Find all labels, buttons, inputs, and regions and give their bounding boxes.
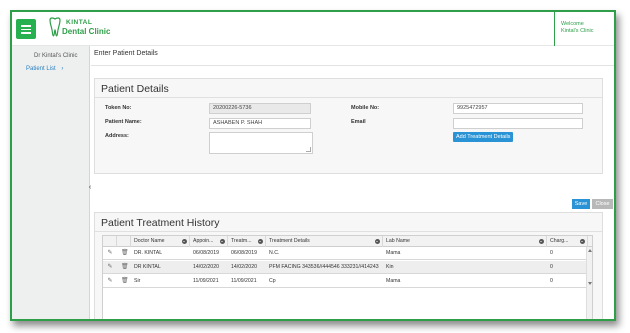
cell-doctor: DR KINTAL: [134, 264, 161, 270]
cell-lab-name: Kin: [386, 264, 394, 270]
email-label: Email: [351, 119, 366, 125]
scroll-up-arrow-icon[interactable]: [588, 249, 592, 252]
cell-treatment-date: 11/09/2021: [231, 278, 257, 284]
column-header-doctor[interactable]: Doctor Name: [131, 236, 190, 247]
sort-dropdown-icon[interactable]: [258, 239, 263, 244]
column-label: Treatment Details: [269, 238, 310, 244]
chevron-right-icon: ›: [61, 66, 64, 72]
column-label: Doctor Name: [134, 238, 165, 244]
sidebar: Dr Kintal's Clinic Patient List › ‹: [12, 46, 91, 319]
divider: [91, 65, 614, 66]
column-header-lab-name[interactable]: Lab Name: [383, 236, 547, 247]
cell-treatment-date: 06/08/2019: [231, 250, 257, 256]
mobile-field[interactable]: 9925472957: [453, 103, 583, 114]
logo-subtitle: Dental Clinic: [62, 27, 111, 36]
column-label: Appoin...: [193, 238, 214, 244]
edit-pencil-icon[interactable]: ✎: [107, 250, 113, 257]
page-title: Enter Patient Details: [94, 50, 158, 57]
cell-doctor: Sir: [134, 278, 141, 284]
logo-name: KINTAL: [66, 19, 93, 26]
menu-button[interactable]: [16, 19, 36, 39]
column-header-treatment-date[interactable]: Treatm...: [228, 236, 266, 247]
save-button[interactable]: Save: [572, 199, 590, 209]
sort-dropdown-icon[interactable]: [375, 239, 380, 244]
column-label: Lab Name: [386, 238, 410, 244]
header-edit-column: [103, 236, 117, 247]
header-delete-column: [117, 236, 131, 247]
menu-icon-bar: [21, 28, 31, 31]
patient-name-label: Patient Name:: [105, 119, 142, 125]
trash-icon[interactable]: 🗑: [121, 278, 129, 285]
menu-icon-bar: [21, 25, 31, 27]
tooth-icon: [49, 17, 61, 37]
column-label: Treatm...: [231, 238, 252, 244]
cell-treatment-date: 14/02/2020: [231, 264, 257, 270]
cell-treatment-details: N.C.: [269, 250, 280, 256]
patient-name-field[interactable]: ASHABEN P. SHAH: [209, 118, 311, 129]
cell-treatment-details: PFM FACING 343536//444546 333231//414243: [269, 264, 379, 270]
email-field[interactable]: [453, 118, 583, 129]
app-window: KINTAL Dental Clinic Welcome Kintal's Cl…: [10, 10, 616, 321]
add-treatment-button[interactable]: Add Treatment Details: [453, 132, 514, 142]
address-field[interactable]: [209, 132, 313, 154]
top-header: KINTAL Dental Clinic Welcome Kintal's Cl…: [12, 12, 614, 46]
token-field[interactable]: 20200226-5736: [209, 103, 311, 114]
treatment-history-table: Doctor Name Appoin... Treatm... Treatmen…: [102, 235, 593, 319]
sidebar-item-label: Patient List: [26, 66, 56, 72]
sort-dropdown-icon[interactable]: [220, 239, 225, 244]
sidebar-item-patient-list[interactable]: Patient List ›: [26, 66, 63, 72]
welcome-text: Welcome: [561, 21, 584, 27]
panel-title: Patient Treatment History: [101, 217, 220, 229]
cell-lab-name: Mama: [386, 250, 401, 256]
cell-charges: 0: [550, 278, 553, 284]
patient-details-panel: Patient Details Token No: 20200226-5736 …: [94, 78, 603, 174]
cell-lab-name: Mama: [386, 278, 401, 284]
column-header-treatment-details[interactable]: Treatment Details: [266, 236, 383, 247]
user-welcome[interactable]: Welcome Kintal's Clinic: [554, 12, 614, 46]
close-button[interactable]: Close: [592, 199, 613, 209]
token-label: Token No:: [105, 105, 132, 111]
table-row[interactable]: ✎ 🗑 DR KINTAL 14/02/2020 14/02/2020 PFM …: [103, 261, 592, 274]
table-scrollbar[interactable]: [586, 247, 592, 319]
mobile-label: Mobile No:: [351, 105, 380, 111]
column-header-appointment[interactable]: Appoin...: [190, 236, 228, 247]
edit-pencil-icon[interactable]: ✎: [107, 264, 113, 271]
cell-treatment-details: Cp: [269, 278, 276, 284]
scroll-down-arrow-icon[interactable]: [588, 282, 592, 285]
cell-appointment: 06/08/2019: [193, 250, 219, 256]
cell-appointment: 11/09/2021: [193, 278, 219, 284]
edit-pencil-icon[interactable]: ✎: [107, 278, 113, 285]
panel-title: Patient Details: [101, 83, 169, 95]
trash-icon[interactable]: 🗑: [121, 264, 129, 271]
column-header-charges[interactable]: Charg...: [547, 236, 588, 247]
sort-dropdown-icon[interactable]: [539, 239, 544, 244]
address-label: Address:: [105, 133, 129, 139]
cell-appointment: 14/02/2020: [193, 264, 219, 270]
sort-dropdown-icon[interactable]: [182, 239, 187, 244]
cell-charges: 0: [550, 264, 553, 270]
divider: [95, 97, 602, 98]
table-header: Doctor Name Appoin... Treatm... Treatmen…: [103, 236, 592, 247]
cell-charges: 0: [550, 250, 553, 256]
main-content: Enter Patient Details Patient Details To…: [91, 46, 614, 319]
treatment-history-panel: Patient Treatment History Doctor Name Ap…: [94, 212, 603, 319]
column-label: Charg...: [550, 238, 569, 244]
table-row[interactable]: ✎ 🗑 DR. KINTAL 06/08/2019 06/08/2019 N.C…: [103, 247, 592, 260]
trash-icon[interactable]: 🗑: [121, 250, 129, 257]
clinic-logo[interactable]: KINTAL Dental Clinic: [48, 16, 118, 44]
menu-icon-bar: [21, 32, 31, 34]
cell-doctor: DR. KINTAL: [134, 250, 163, 256]
divider: [95, 231, 602, 232]
sidebar-clinic-name: Dr Kintal's Clinic: [34, 53, 78, 59]
user-name: Kintal's Clinic: [561, 28, 594, 34]
sort-dropdown-icon[interactable]: [580, 239, 585, 244]
table-row[interactable]: ✎ 🗑 Sir 11/09/2021 11/09/2021 Cp Mama 0: [103, 275, 592, 288]
